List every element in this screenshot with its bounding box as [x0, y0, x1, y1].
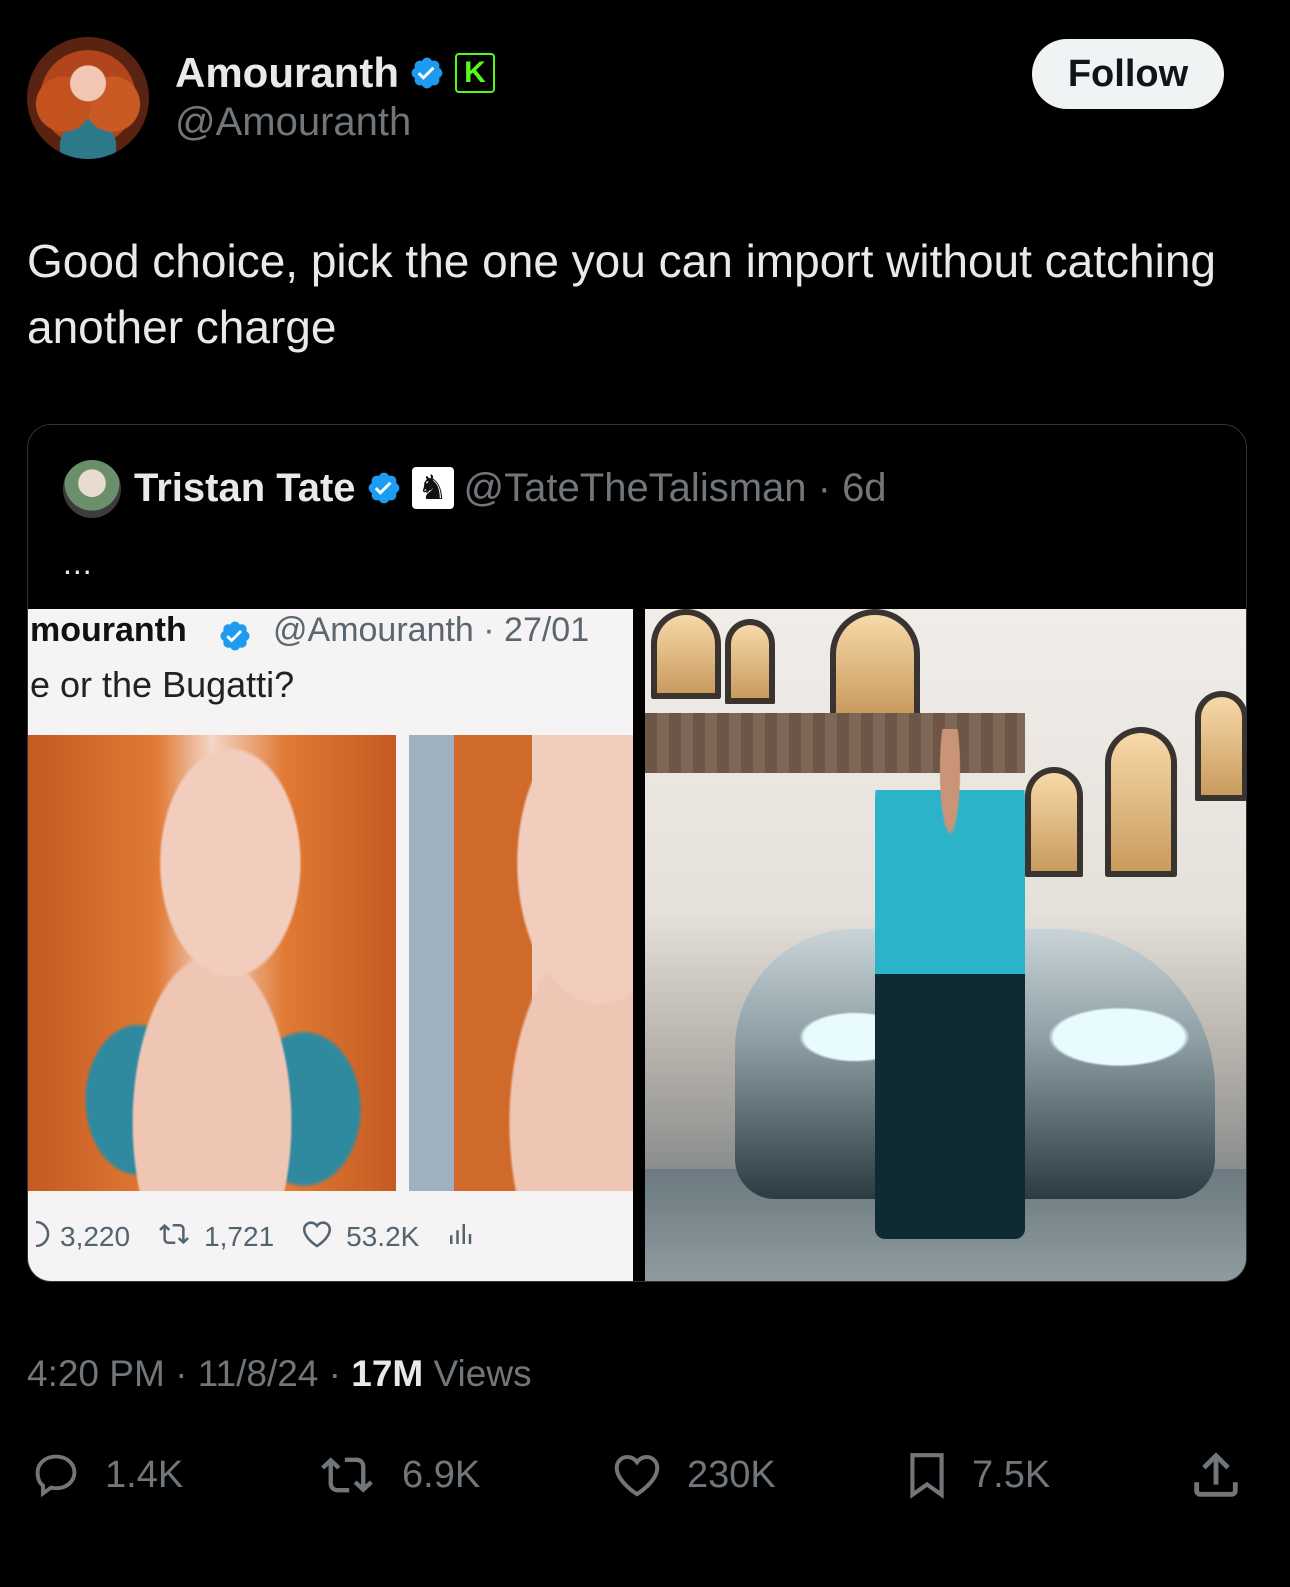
author-handle[interactable]: @Amouranth	[175, 100, 411, 145]
tweet-date[interactable]: 11/8/24	[198, 1353, 319, 1394]
screenshot-photo-left	[28, 735, 396, 1191]
share-icon	[1187, 1446, 1245, 1504]
verified-icon[interactable]	[409, 55, 445, 91]
verified-icon	[220, 621, 250, 651]
like-button[interactable]: 230K	[607, 1440, 776, 1510]
screenshot-replies: 3,220	[35, 1220, 130, 1254]
screenshot-name: mouranth	[30, 611, 187, 649]
reply-count: 1.4K	[105, 1453, 184, 1496]
repost-button[interactable]: 6.9K	[312, 1440, 480, 1510]
repost-icon	[312, 1449, 382, 1501]
kick-icon[interactable]: K	[455, 53, 495, 93]
author-name-row: Amouranth K	[175, 48, 495, 98]
screenshot-text: e or the Bugatti?	[30, 664, 295, 705]
reply-icon	[35, 1220, 50, 1254]
verified-icon[interactable]	[366, 470, 402, 506]
like-count: 230K	[687, 1453, 776, 1496]
tweet-time[interactable]: 4:20 PM	[27, 1353, 165, 1394]
author-display-name[interactable]: Amouranth	[175, 49, 399, 97]
bookmark-count: 7.5K	[972, 1453, 1051, 1496]
analytics-icon	[443, 1219, 477, 1256]
bookmark-icon	[902, 1447, 952, 1503]
heart-icon	[607, 1448, 667, 1502]
quoted-handle-time: @TateTheTalisman · 6d	[463, 465, 887, 510]
views-count: 17M	[351, 1353, 424, 1394]
quoted-tweet[interactable]: Tristan Tate ♞ @TateTheTalisman · 6d ...…	[27, 424, 1247, 1282]
tweet-meta: 4:20 PM · 11/8/24 · 17M Views	[27, 1353, 532, 1394]
share-button[interactable]	[1187, 1440, 1245, 1510]
quoted-media-photo[interactable]	[645, 609, 1246, 1281]
quoted-author-row: Tristan Tate ♞ @TateTheTalisman · 6d	[134, 463, 887, 513]
repost-count: 6.9K	[402, 1453, 481, 1496]
man	[875, 729, 1025, 1239]
media-divider	[633, 609, 645, 1281]
repost-icon	[154, 1219, 194, 1256]
screenshot-reposts: 1,721	[154, 1219, 274, 1256]
house-window	[651, 609, 721, 699]
action-bar: 1.4K 6.9K 230K 7.5K	[27, 1440, 1247, 1510]
chess-knight-icon[interactable]: ♞	[411, 467, 454, 509]
heart-icon	[298, 1217, 336, 1258]
house-window	[1105, 727, 1177, 877]
follow-button[interactable]: Follow	[1032, 39, 1224, 109]
screenshot-likes: 53.2K	[298, 1217, 419, 1258]
quoted-author-name[interactable]: Tristan Tate	[134, 466, 356, 511]
quoted-author-avatar[interactable]	[63, 460, 121, 518]
house-window	[830, 609, 920, 719]
reply-button[interactable]: 1.4K	[27, 1440, 183, 1510]
bookmark-button[interactable]: 7.5K	[902, 1440, 1050, 1510]
reply-icon	[27, 1449, 85, 1501]
quoted-ellipsis: ...	[63, 545, 93, 581]
screenshot-handle: @Amouranth · 27/01	[273, 611, 590, 649]
screenshot-stats: 3,220 1,721 53.2K	[28, 1217, 633, 1257]
house-window	[1025, 767, 1083, 877]
author-avatar[interactable]	[27, 37, 149, 159]
tweet-text: Good choice, pick the one you can import…	[27, 235, 1217, 353]
screenshot-photo-right	[409, 735, 633, 1191]
house-window	[725, 619, 775, 704]
quoted-media-screenshot[interactable]: mouranth @Amouranth · 27/01 e or the Bug…	[28, 609, 633, 1281]
views-label: Views	[433, 1353, 532, 1394]
house-window	[1195, 691, 1246, 801]
